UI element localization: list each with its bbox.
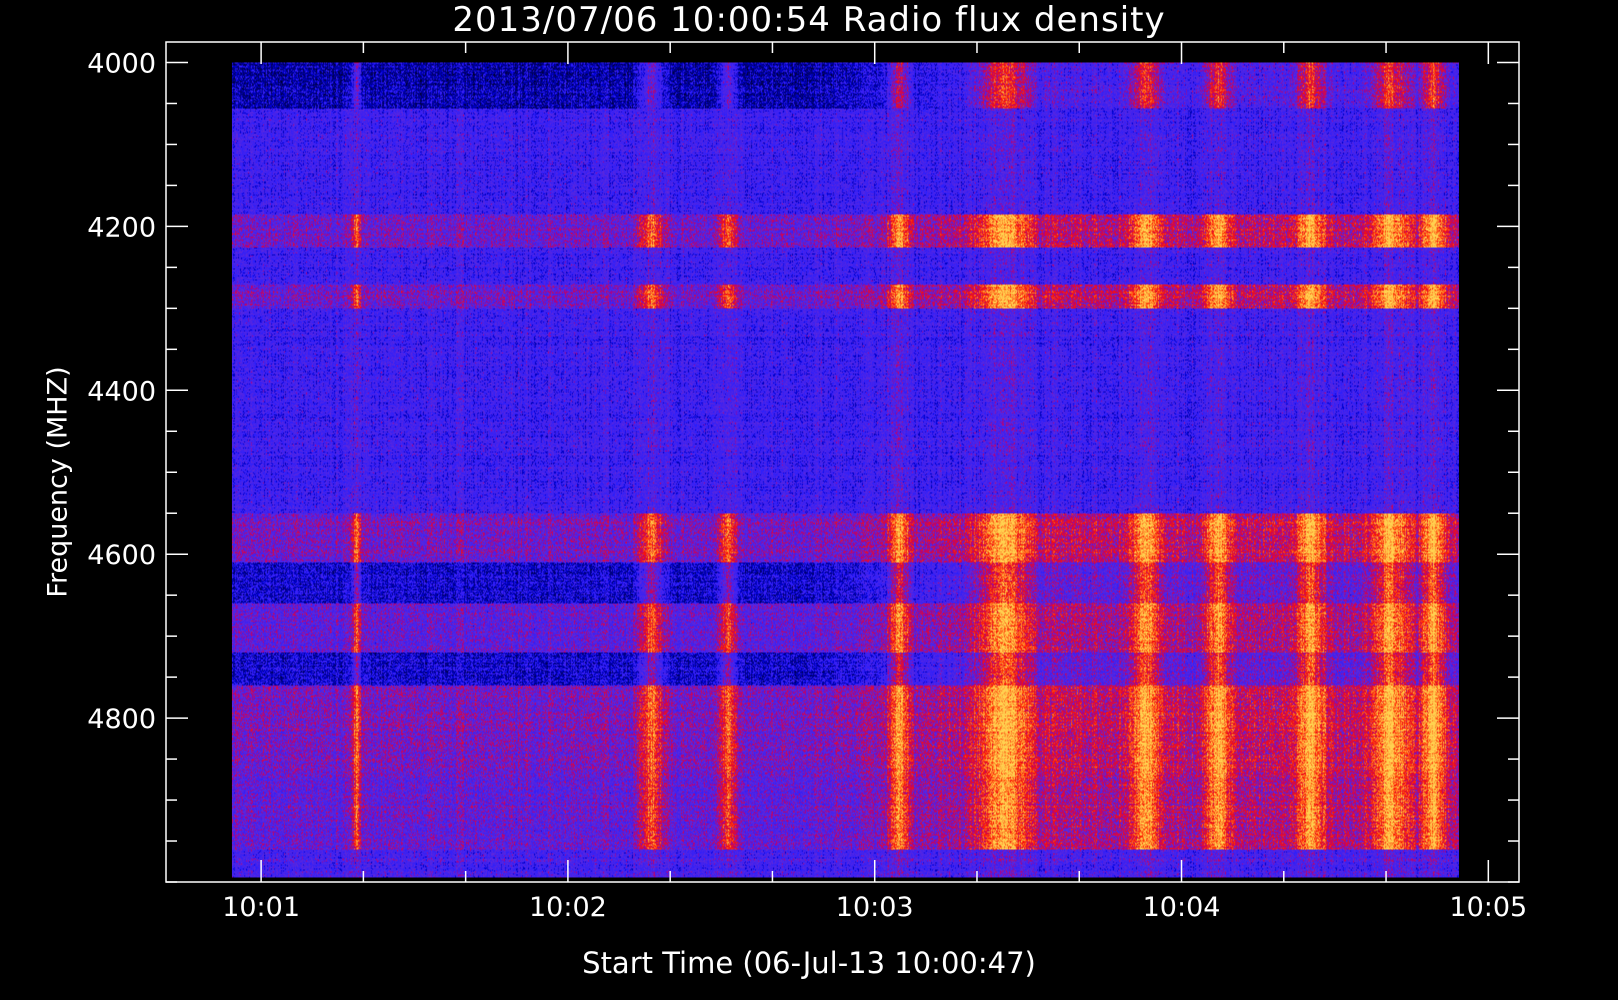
heatmap-raster <box>231 62 1459 878</box>
x-axis-label: Start Time (06-Jul-13 10:00:47) <box>582 946 1036 980</box>
chart-title: 2013/07/06 10:00:54 Radio flux density <box>452 0 1166 40</box>
x-tick-label: 10:02 <box>529 892 607 923</box>
spectrogram-chart: 10:01 10:02 10:03 10:04 10:05 4000 4200 4400 460… <box>0 0 1618 1000</box>
y-axis-label: Frequency (MHZ) <box>42 366 74 598</box>
y-tick-label: 4400 <box>87 376 156 407</box>
x-tick-label: 10:05 <box>1449 892 1527 923</box>
y-tick-label: 4000 <box>87 48 156 79</box>
x-tick-label: 10:01 <box>222 892 300 923</box>
x-tick-label: 10:03 <box>836 892 914 923</box>
heatmap-image <box>231 62 1459 878</box>
y-tick-label: 4200 <box>87 212 156 243</box>
y-tick-label: 4800 <box>87 704 156 735</box>
x-tick-label: 10:04 <box>1143 892 1221 923</box>
y-tick-label: 4600 <box>87 540 156 571</box>
